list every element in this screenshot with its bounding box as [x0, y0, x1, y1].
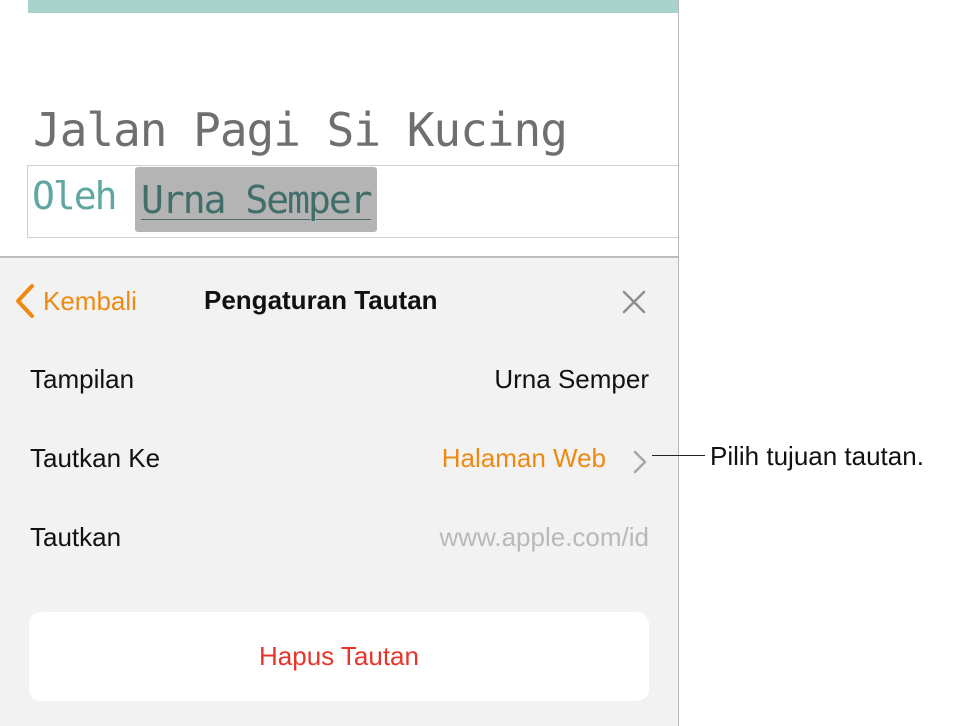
link-to-label: Tautkan Ke: [30, 443, 161, 473]
panel-title: Pengaturan Tautan: [204, 285, 438, 315]
callout-line: [652, 455, 705, 456]
link-to-value[interactable]: Halaman Web: [442, 443, 606, 474]
link-label: Tautkan: [30, 522, 122, 552]
callout-text: Pilih tujuan tautan.: [710, 441, 924, 471]
chevron-right-icon[interactable]: [632, 449, 648, 475]
remove-link-button[interactable]: Hapus Tautan: [29, 612, 649, 701]
back-button-label: Kembali: [43, 285, 137, 316]
link-settings-panel: Kembali Pengaturan Tautan Tampilan Urna …: [0, 256, 678, 726]
document-top-border: [28, 0, 678, 13]
remove-link-label: Hapus Tautan: [259, 641, 419, 671]
device-screen: Jalan Pagi Si Kucing Oleh Urna Semper Ke…: [0, 0, 679, 726]
display-value[interactable]: Urna Semper: [494, 364, 649, 395]
byline-prefix: Oleh: [32, 174, 118, 218]
byline-link-label: Urna Semper: [141, 177, 373, 222]
selected-link-text[interactable]: Urna Semper: [135, 167, 377, 232]
back-button[interactable]: Kembali: [14, 283, 137, 319]
close-button[interactable]: [622, 290, 646, 314]
chevron-left-icon: [16, 284, 34, 318]
document-title[interactable]: Jalan Pagi Si Kucing: [33, 103, 568, 157]
close-icon: [622, 290, 646, 314]
link-url-field[interactable]: www.apple.com/id: [439, 522, 649, 553]
display-label: Tampilan: [30, 364, 135, 394]
